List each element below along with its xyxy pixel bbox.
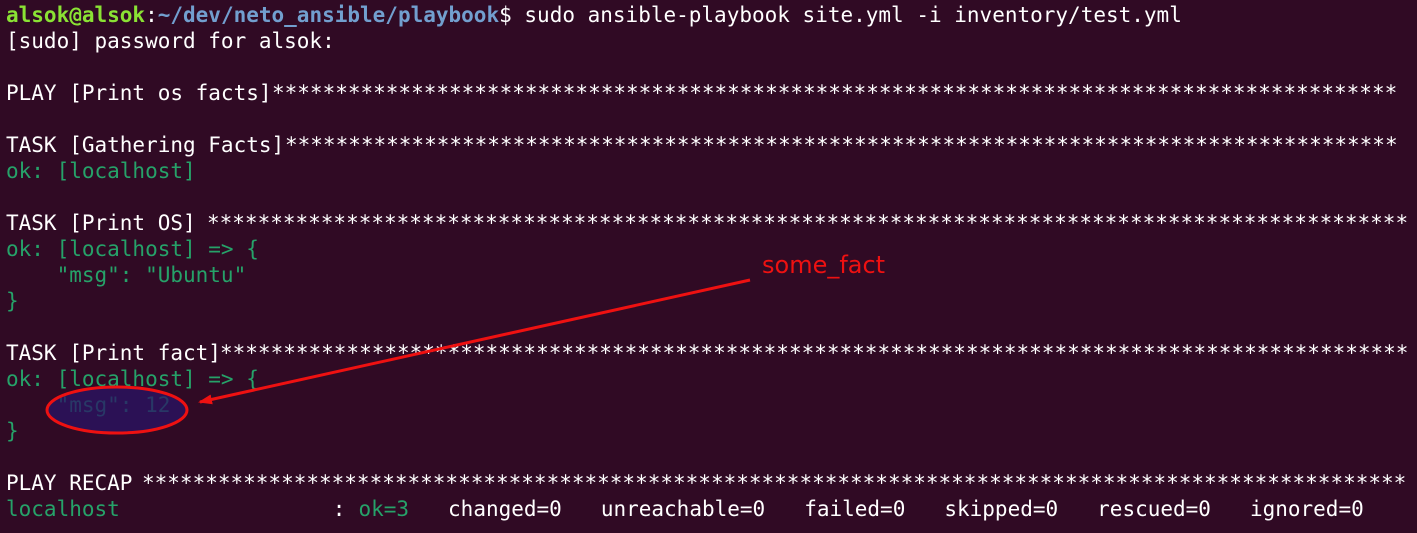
- play-header-line: PLAY [Print os facts] *******************…: [0, 80, 1417, 106]
- task-gather-stars: ****************************************…: [285, 133, 1398, 157]
- task-os-line: TASK [Print OS] *************************…: [0, 210, 1417, 236]
- prompt-dollar: $: [499, 3, 512, 27]
- gather-result-line: ok: [localhost]: [6, 159, 196, 183]
- os-result-close-line: }: [6, 289, 19, 313]
- recap-unreachable: unreachable=0: [600, 497, 766, 521]
- os-result-open-line: ok: [localhost] => {: [6, 237, 259, 261]
- fact-msg-line: "msg": 12: [6, 393, 171, 417]
- recap-changed: changed=0: [448, 497, 562, 521]
- recap-header-line: PLAY RECAP ******************************…: [0, 470, 1417, 496]
- sudo-prompt-line: [sudo] password for alsok:: [6, 29, 335, 53]
- task-gather-line: TASK [Gathering Facts] ******************…: [0, 132, 1417, 158]
- task-os-stars: ****************************************…: [207, 211, 1409, 235]
- recap-header-text: PLAY RECAP: [6, 471, 133, 495]
- prompt-user-host: alsok@alsok: [6, 3, 146, 27]
- task-fact-stars: ****************************************…: [220, 341, 1409, 365]
- play-header-stars: ****************************************…: [272, 81, 1398, 105]
- prompt-command: sudo ansible-playbook site.yml -i invent…: [511, 3, 1182, 27]
- os-msg-line: "msg": "Ubuntu": [6, 263, 247, 287]
- recap-host: localhost: [6, 497, 120, 521]
- task-fact-line: TASK [Print fact] ***********************…: [0, 340, 1417, 366]
- recap-ok: ok=3: [358, 497, 410, 521]
- prompt-colon: :: [145, 3, 158, 27]
- annotation-label: some_fact: [762, 251, 886, 279]
- fact-result-open-line: ok: [localhost] => {: [6, 367, 259, 391]
- recap-row: localhost: ok=3 changed=0 unreachable=0 fail…: [0, 496, 1417, 522]
- task-os-text: TASK [Print OS]: [6, 211, 196, 235]
- recap-skipped: skipped=0: [944, 497, 1059, 521]
- recap-colon: :: [332, 497, 346, 521]
- task-gather-text: TASK [Gathering Facts]: [6, 133, 285, 157]
- recap-ignored: ignored=0: [1249, 497, 1364, 521]
- recap-rescued: rescued=0: [1097, 497, 1211, 521]
- recap-failed: failed=0: [804, 497, 906, 521]
- play-header-text: PLAY [Print os facts]: [6, 81, 272, 105]
- fact-result-close-line: }: [6, 419, 19, 443]
- terminal-window[interactable]: alsok@alsok:~/dev/neto_ansible/playbook$…: [0, 0, 1417, 533]
- task-fact-text: TASK [Print fact]: [6, 341, 221, 365]
- prompt-path: ~/dev/neto_ansible/playbook: [157, 3, 500, 27]
- recap-header-stars: ****************************************…: [142, 471, 1407, 495]
- prompt-line: alsok@alsok:~/dev/neto_ansible/playbook$…: [0, 2, 1417, 28]
